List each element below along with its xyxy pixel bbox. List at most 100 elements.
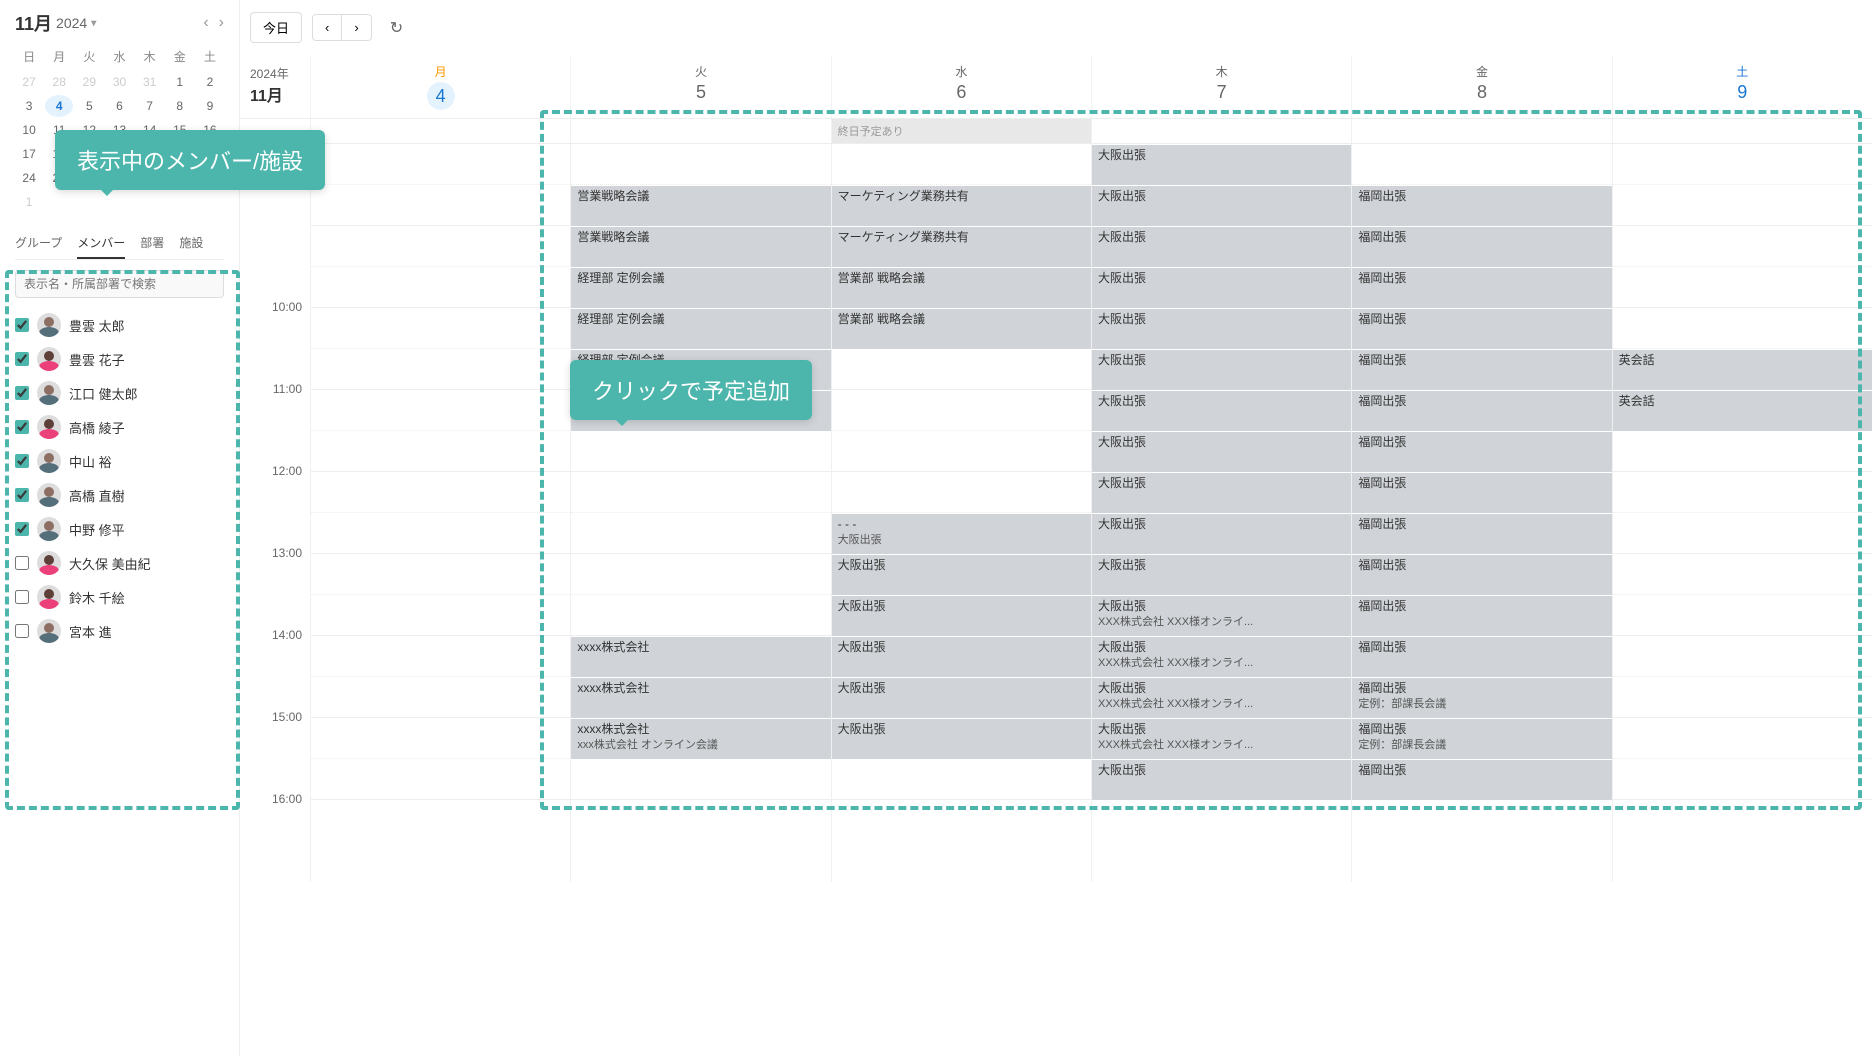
member-checkbox[interactable] [15, 556, 29, 570]
time-slot[interactable] [571, 759, 830, 800]
calendar-event[interactable]: 福岡出張 [1352, 185, 1611, 226]
allday-cell[interactable] [310, 119, 570, 143]
calendar-event[interactable]: 営業戦略会議 [571, 185, 830, 226]
time-slot[interactable] [832, 390, 1091, 431]
calendar-event[interactable]: 大阪出張 [832, 554, 1091, 595]
calendar-event[interactable]: 大阪出張 [1092, 349, 1351, 390]
member-checkbox[interactable] [15, 420, 29, 434]
calendar-event[interactable]: xxxx株式会社 [571, 677, 830, 718]
calendar-event[interactable]: マーケティング業務共有 [832, 185, 1091, 226]
calendar-event[interactable]: 大阪出張XXX株式会社 XXX様オンライ... [1092, 718, 1351, 759]
mini-cal-day[interactable]: 27 [15, 71, 43, 93]
calendar-event[interactable]: 大阪出張 [832, 595, 1091, 636]
mini-cal-day[interactable] [196, 191, 224, 213]
refresh-icon[interactable]: ↻ [390, 18, 403, 38]
time-slot[interactable] [832, 431, 1091, 472]
mini-cal-day[interactable]: 1 [166, 71, 194, 93]
time-slot[interactable] [311, 144, 570, 185]
time-slot[interactable] [571, 554, 830, 595]
time-slot[interactable] [311, 308, 570, 349]
member-checkbox[interactable] [15, 488, 29, 502]
mini-cal-prev-icon[interactable]: ‹ [203, 14, 208, 32]
member-item[interactable]: 大久保 美由紀 [15, 546, 224, 580]
mini-cal-day[interactable] [136, 191, 164, 213]
calendar-event[interactable]: 福岡出張 [1352, 308, 1611, 349]
time-slot[interactable] [571, 595, 830, 636]
calendar-grid[interactable]: 10:0011:0012:0013:0014:0015:0016:00 営業戦略… [240, 144, 1872, 1056]
member-item[interactable]: 高橋 綾子 [15, 410, 224, 444]
time-slot[interactable] [1613, 636, 1872, 677]
member-checkbox[interactable] [15, 590, 29, 604]
time-slot[interactable] [311, 431, 570, 472]
day-header[interactable]: 月4 [310, 55, 570, 118]
time-slot[interactable] [1613, 472, 1872, 513]
calendar-event[interactable]: 福岡出張 [1352, 513, 1611, 554]
time-slot[interactable] [311, 226, 570, 267]
prev-button[interactable]: ‹ [312, 14, 342, 41]
member-item[interactable]: 高橋 直樹 [15, 478, 224, 512]
mini-cal-title[interactable]: 11月 2024 ▾ [15, 10, 96, 36]
day-header[interactable]: 水6 [831, 55, 1091, 118]
calendar-event[interactable]: 大阪出張 [1092, 759, 1351, 800]
member-item[interactable]: 宮本 進 [15, 614, 224, 648]
member-item[interactable]: 中野 修平 [15, 512, 224, 546]
calendar-event[interactable]: 英会話 [1613, 349, 1872, 390]
time-slot[interactable] [1613, 308, 1872, 349]
day-header[interactable]: 火5 [570, 55, 830, 118]
time-slot[interactable] [1613, 431, 1872, 472]
member-item[interactable]: 豊雲 太郎 [15, 308, 224, 342]
calendar-event[interactable]: 営業部 戦略会議 [832, 267, 1091, 308]
member-item[interactable]: 豊雲 花子 [15, 342, 224, 376]
calendar-event[interactable]: 大阪出張 [1092, 226, 1351, 267]
time-slot[interactable] [1613, 226, 1872, 267]
calendar-event[interactable]: 大阪出張 [1092, 554, 1351, 595]
calendar-event[interactable]: 福岡出張 [1352, 554, 1611, 595]
time-slot[interactable] [832, 472, 1091, 513]
time-slot[interactable] [1613, 595, 1872, 636]
day-column[interactable]: 英会話英会話 [1612, 144, 1872, 882]
day-header[interactable]: 金8 [1351, 55, 1611, 118]
calendar-event[interactable]: 営業部 戦略会議 [832, 308, 1091, 349]
calendar-event[interactable]: xxxx株式会社 [571, 636, 830, 677]
mini-cal-day[interactable]: 1 [15, 191, 43, 213]
calendar-event[interactable]: 大阪出張 [1092, 513, 1351, 554]
calendar-event[interactable]: 福岡出張 [1352, 759, 1611, 800]
mini-cal-day[interactable]: 10 [15, 119, 43, 141]
mini-cal-day[interactable]: 17 [15, 143, 43, 165]
time-slot[interactable] [311, 513, 570, 554]
calendar-event[interactable]: 大阪出張 [1092, 267, 1351, 308]
mini-cal-day[interactable] [166, 191, 194, 213]
member-checkbox[interactable] [15, 454, 29, 468]
time-slot[interactable] [311, 677, 570, 718]
time-slot[interactable] [1613, 759, 1872, 800]
calendar-event[interactable]: 福岡出張 [1352, 267, 1611, 308]
time-slot[interactable] [311, 390, 570, 431]
time-slot[interactable] [1613, 185, 1872, 226]
time-slot[interactable] [311, 349, 570, 390]
allday-cell[interactable] [1612, 119, 1872, 143]
calendar-event[interactable]: 福岡出張定例：部課長会議 [1352, 718, 1611, 759]
calendar-event[interactable]: 大阪出張XXX株式会社 XXX様オンライ... [1092, 636, 1351, 677]
time-slot[interactable] [1613, 677, 1872, 718]
day-column[interactable]: マーケティング業務共有マーケティング業務共有営業部 戦略会議営業部 戦略会議- … [831, 144, 1091, 882]
member-checkbox[interactable] [15, 522, 29, 536]
mini-cal-day[interactable]: 9 [196, 95, 224, 117]
calendar-event[interactable]: 経理部 定例会議 [571, 267, 830, 308]
mini-cal-day[interactable]: 4 [45, 95, 73, 117]
calendar-event[interactable]: 英会話 [1613, 390, 1872, 431]
mini-cal-day[interactable]: 24 [15, 167, 43, 189]
calendar-event[interactable]: マーケティング業務共有 [832, 226, 1091, 267]
member-checkbox[interactable] [15, 624, 29, 638]
time-slot[interactable] [311, 267, 570, 308]
mini-cal-day[interactable]: 30 [105, 71, 133, 93]
calendar-event[interactable]: 大阪出張 [832, 677, 1091, 718]
calendar-event[interactable]: 大阪出張 [832, 718, 1091, 759]
time-slot[interactable] [571, 144, 830, 185]
mini-cal-day[interactable] [45, 191, 73, 213]
member-checkbox[interactable] [15, 318, 29, 332]
time-slot[interactable] [832, 349, 1091, 390]
calendar-event[interactable]: 福岡出張 [1352, 595, 1611, 636]
day-column[interactable]: 営業戦略会議営業戦略会議経理部 定例会議経理部 定例会議経理部 定例会議経理部 … [570, 144, 830, 882]
time-slot[interactable] [311, 718, 570, 759]
time-slot[interactable] [571, 472, 830, 513]
